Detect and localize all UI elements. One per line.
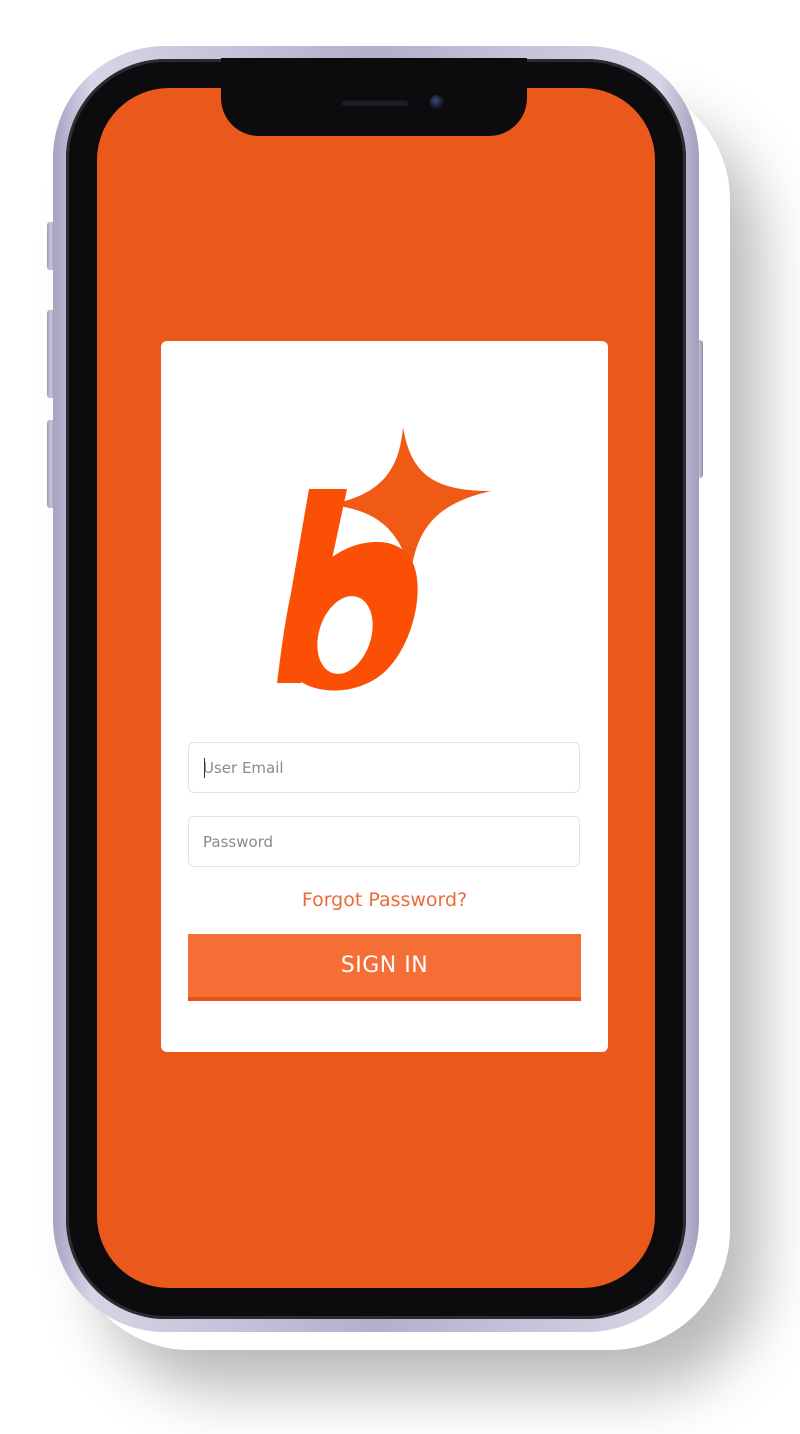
email-input[interactable] <box>188 742 580 793</box>
stage: Forgot Password? SIGN IN <box>0 0 800 1434</box>
brand-logo-icon <box>277 427 491 691</box>
front-camera <box>430 95 444 109</box>
password-input[interactable] <box>188 816 580 867</box>
speaker-grille <box>341 99 409 106</box>
forgot-password-link[interactable]: Forgot Password? <box>161 889 608 911</box>
login-card: Forgot Password? SIGN IN <box>161 341 608 1052</box>
notch <box>221 58 527 136</box>
text-caret <box>204 758 205 778</box>
sign-in-button[interactable]: SIGN IN <box>188 934 581 1001</box>
